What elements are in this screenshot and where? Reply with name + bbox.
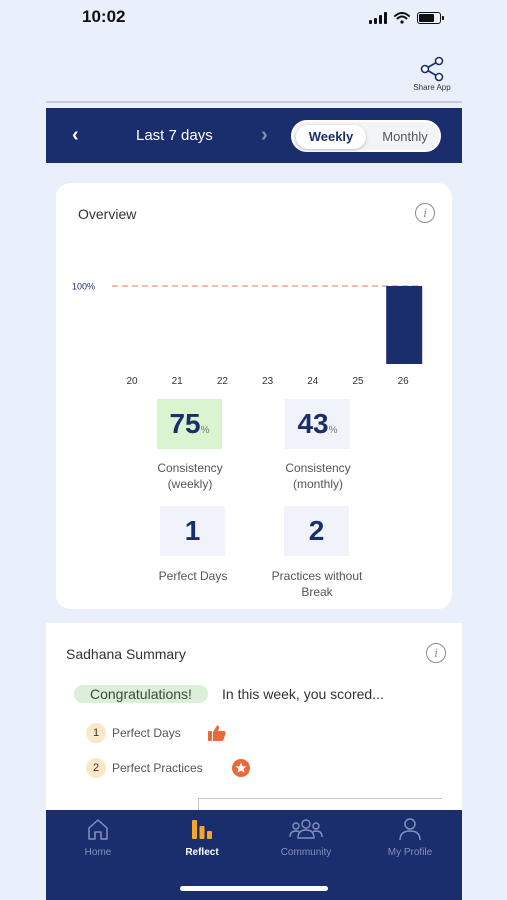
summary-item-label: Perfect Days: [112, 726, 181, 740]
status-icons: [369, 12, 444, 24]
period-toggle: Weekly Monthly: [291, 120, 441, 152]
home-icon: [88, 819, 108, 840]
period-label: Last 7 days: [136, 127, 213, 144]
tab-label: My Profile: [387, 847, 433, 858]
period-navigation: ‹ Last 7 days › Weekly Monthly: [46, 108, 462, 163]
tab-label: Home: [84, 847, 112, 858]
practices-without-break-box: 2: [284, 506, 349, 556]
share-app-button[interactable]: Share App: [410, 56, 454, 92]
stat-label-line: Consistency: [157, 461, 223, 475]
overview-chart: 100% 20 21 22 23 24 25 26: [72, 282, 423, 387]
reference-label: 100%: [72, 282, 95, 292]
info-icon[interactable]: i: [426, 643, 446, 663]
monthly-consistency-label: Consistency (monthly): [253, 460, 383, 492]
weekly-consistency-label: Consistency (weekly): [125, 460, 255, 492]
overview-title: Overview: [78, 206, 137, 222]
sadhana-summary-card: Sadhana Summary i Congratulations! In th…: [46, 623, 462, 823]
tab-my-profile[interactable]: My Profile: [358, 816, 462, 858]
stat-unit: %: [200, 425, 210, 436]
summary-intro-text: In this week, you scored...: [222, 686, 384, 702]
tab-home[interactable]: Home: [46, 816, 150, 858]
summary-item-perfect-practices: 2 Perfect Practices: [86, 758, 251, 778]
tab-label: Community: [280, 847, 332, 858]
summary-item-perfect-days: 1 Perfect Days: [86, 723, 227, 743]
tab-reflect[interactable]: Reflect: [150, 816, 254, 858]
summary-item-label: Perfect Practices: [112, 761, 203, 775]
toggle-weekly[interactable]: Weekly: [296, 125, 366, 149]
chevron-left-icon[interactable]: ‹: [72, 124, 79, 147]
share-app-label: Share App: [413, 83, 451, 92]
cellular-signal-icon: [369, 12, 387, 24]
info-icon[interactable]: i: [415, 203, 435, 223]
header-divider: [46, 101, 462, 103]
stat-value: 75: [169, 408, 201, 439]
bar-chart-icon: [192, 820, 212, 839]
x-tick-label: 21: [172, 376, 184, 387]
x-tick-label: 20: [126, 376, 138, 387]
summary-title: Sadhana Summary: [66, 646, 186, 662]
thumbs-up-icon: [207, 725, 226, 741]
status-time: 10:02: [82, 7, 126, 26]
share-icon: [420, 56, 444, 82]
perfect-days-label: Perfect Days: [128, 568, 258, 584]
status-bar: 10:02: [0, 0, 507, 40]
overview-card: Overview i 100% 20 21 22 23 24 25 26 75% Consis…: [56, 183, 452, 609]
summary-item-number: 1: [86, 723, 106, 743]
x-tick-label: 26: [398, 376, 410, 387]
chevron-right-icon[interactable]: ›: [261, 124, 268, 147]
stat-label-line: (monthly): [292, 477, 343, 491]
battery-icon: [417, 12, 444, 24]
tab-community[interactable]: Community: [254, 816, 358, 858]
x-tick-label: 23: [262, 376, 274, 387]
practices-without-break-label: Practices without Break: [252, 568, 382, 600]
tab-label: Reflect: [185, 847, 219, 858]
stat-label-line: (weekly): [167, 477, 213, 491]
congratulations-highlight: Congratulations!: [74, 685, 208, 703]
x-tick-label: 22: [217, 376, 229, 387]
weekly-consistency-box: 75%: [157, 399, 222, 449]
x-tick-label: 24: [307, 376, 319, 387]
stat-unit: %: [328, 425, 338, 436]
summary-item-number: 2: [86, 758, 106, 778]
chart-bar: [386, 286, 423, 364]
profile-icon: [399, 818, 421, 841]
wifi-icon: [394, 12, 410, 24]
stat-value: 2: [308, 515, 325, 546]
stat-label-line: Consistency: [285, 461, 351, 475]
x-tick-label: 25: [352, 376, 364, 387]
home-indicator: [180, 886, 328, 891]
monthly-consistency-box: 43%: [285, 399, 350, 449]
star-badge-icon: [231, 759, 250, 777]
stat-value: 1: [184, 515, 201, 546]
toggle-monthly[interactable]: Monthly: [371, 125, 439, 149]
stat-label-line: Break: [301, 585, 333, 599]
community-icon: [289, 819, 323, 839]
perfect-days-box: 1: [160, 506, 225, 556]
stat-value: 43: [297, 408, 329, 439]
stat-label-line: Practices without: [271, 569, 363, 583]
stat-label-line: Perfect Days: [158, 569, 228, 583]
